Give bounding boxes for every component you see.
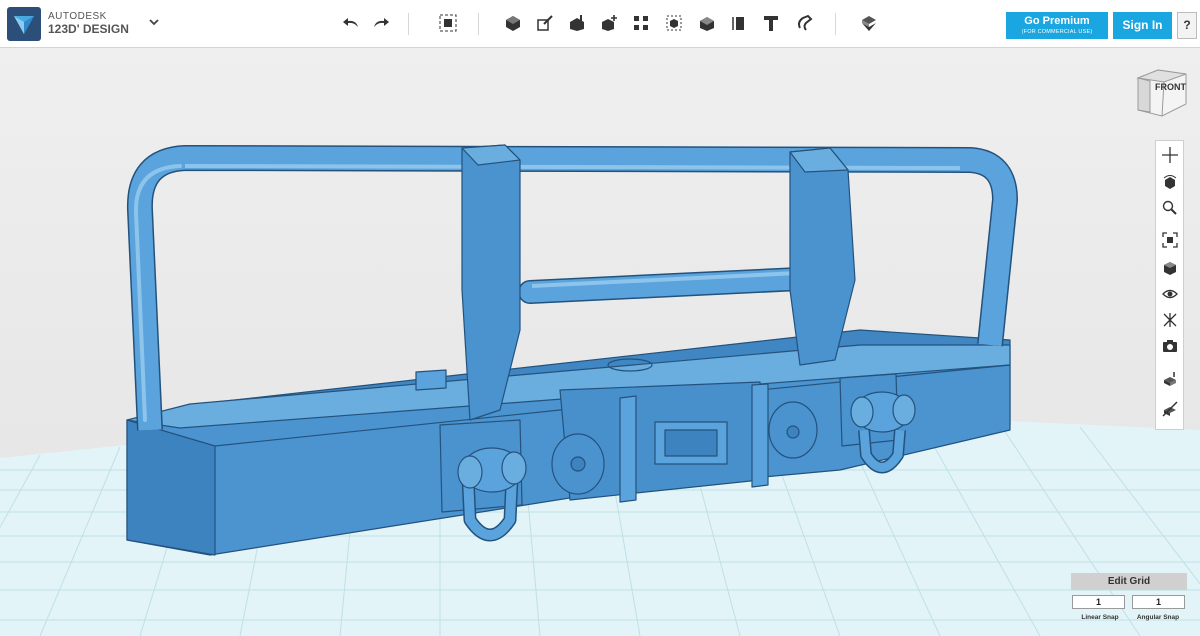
undo-button[interactable]: [340, 12, 362, 34]
sign-in-button[interactable]: Sign In: [1113, 12, 1172, 39]
sketch-icon: [537, 15, 553, 31]
materials-outline-icon: [1163, 313, 1177, 327]
top-toolbar: AUTODESK 123D' DESIGN Go Premium (FOR CO…: [0, 0, 1200, 48]
snap-grid-button[interactable]: [1160, 369, 1180, 389]
edit-grid-panel: Edit Grid 1 1 Linear Snap Angular Snap: [1070, 573, 1188, 631]
sketch-button[interactable]: [534, 12, 556, 34]
toolbar-separator: [478, 13, 479, 35]
screenshot-button[interactable]: [1160, 336, 1180, 356]
text-icon: [764, 16, 778, 31]
screenshot-icon: [1163, 340, 1177, 352]
orbit-button[interactable]: [1160, 172, 1180, 192]
views-button[interactable]: [1160, 258, 1180, 278]
snap-button[interactable]: [793, 12, 815, 34]
vendor-name: AUTODESK: [48, 11, 107, 22]
primitives-icon: [506, 16, 520, 31]
help-button[interactable]: ?: [1177, 12, 1197, 39]
modify-icon: [602, 15, 617, 31]
visibility-icon: [1162, 289, 1178, 299]
viewcube[interactable]: [1128, 64, 1194, 124]
viewcube-front-label: FRONT: [1155, 82, 1186, 92]
visibility-button[interactable]: [1160, 284, 1180, 304]
combine-button[interactable]: [696, 12, 718, 34]
snap-grid-icon: [1164, 372, 1176, 386]
materials-button[interactable]: [858, 12, 880, 34]
zoom-icon: [1162, 200, 1177, 215]
materials-outline-button[interactable]: [1160, 310, 1180, 330]
zoom-button[interactable]: [1160, 198, 1180, 218]
angular-snap-label: Angular Snap: [1136, 614, 1180, 621]
edit-grid-button[interactable]: Edit Grid: [1071, 573, 1187, 590]
toolbar-separator: [408, 13, 409, 35]
go-premium-sublabel: (FOR COMMERCIAL USE): [1021, 29, 1093, 35]
undo-icon: [343, 18, 358, 27]
go-premium-label: Go Premium: [1024, 15, 1090, 27]
construct-button[interactable]: [566, 12, 588, 34]
snap-icon: [798, 14, 813, 31]
measure-icon: [732, 17, 744, 30]
select-icon: [439, 14, 457, 32]
redo-button[interactable]: [370, 12, 392, 34]
hide-grid-icon: [1162, 401, 1178, 417]
fit-icon: [1162, 232, 1178, 248]
hide-grid-button[interactable]: [1160, 399, 1180, 419]
combine-icon: [700, 17, 714, 31]
views-icon: [1164, 262, 1176, 275]
go-premium-button[interactable]: Go Premium (FOR COMMERCIAL USE): [1006, 12, 1108, 39]
linear-snap-input[interactable]: 1: [1072, 595, 1125, 609]
grouping-button[interactable]: [663, 12, 685, 34]
pan-icon: [1162, 147, 1178, 163]
fit-button[interactable]: [1160, 230, 1180, 250]
measure-button[interactable]: [728, 12, 750, 34]
pattern-icon: [634, 16, 648, 30]
brand: AUTODESK 123D' DESIGN: [48, 11, 129, 36]
chevron-down-icon[interactable]: [146, 14, 162, 30]
text-button[interactable]: [760, 12, 782, 34]
pattern-button[interactable]: [630, 12, 652, 34]
linear-snap-label: Linear Snap: [1081, 614, 1119, 621]
pan-button[interactable]: [1160, 145, 1180, 165]
grouping-icon: [666, 15, 682, 31]
toolbar-separator: [835, 13, 836, 35]
redo-icon: [374, 18, 389, 27]
modify-button[interactable]: [598, 12, 620, 34]
primitives-button[interactable]: [502, 12, 524, 34]
3d-viewport[interactable]: [0, 48, 1200, 636]
construct-icon: [570, 15, 584, 31]
select-button[interactable]: [437, 12, 459, 34]
orbit-icon: [1163, 175, 1177, 189]
scene: [0, 144, 1200, 636]
angular-snap-input[interactable]: 1: [1132, 595, 1185, 609]
navigation-bar: [1155, 140, 1184, 430]
product-name: 123D' DESIGN: [48, 22, 129, 36]
app-logo-icon[interactable]: [6, 6, 42, 42]
materials-icon: [862, 16, 876, 31]
